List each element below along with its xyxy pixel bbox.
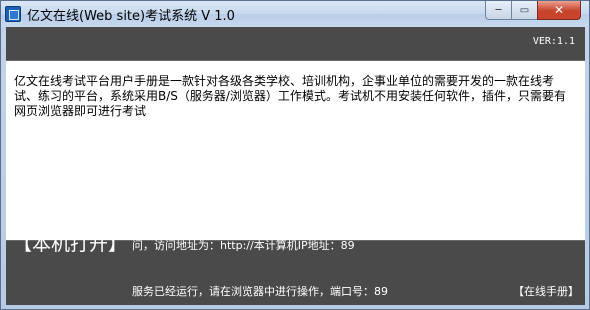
app-window: 亿文在线(Web site)考试系统 V 1.0 ─ ▭ ✕ VER:1.1 亿… xyxy=(0,0,590,310)
close-icon: ✕ xyxy=(553,3,565,17)
maximize-icon: ▭ xyxy=(519,4,530,16)
service-status-text: 服务已经运行，请在浏览器中进行操作，端口号：89 xyxy=(132,285,388,298)
window-title: 亿文在线(Web site)考试系统 V 1.0 xyxy=(27,9,235,24)
description-panel: 亿文在线考试平台用户手册是一款针对各级各类学校、培训机构，企事业单位的需要开发的… xyxy=(6,60,585,241)
minimize-button[interactable]: ─ xyxy=(485,1,511,20)
close-button[interactable]: ✕ xyxy=(537,1,581,20)
minimize-icon: ─ xyxy=(495,4,502,16)
open-local-button[interactable]: 【本机打开】 xyxy=(13,229,127,256)
maximize-button[interactable]: ▭ xyxy=(511,1,537,20)
client-area: VER:1.1 亿文在线考试平台用户手册是一款针对各级各类学校、培训机构，企事业… xyxy=(6,27,585,305)
version-label: VER:1.1 xyxy=(532,36,575,47)
app-icon xyxy=(5,6,21,22)
online-manual-link[interactable]: 【在线手册】 xyxy=(513,283,579,299)
caption-buttons: ─ ▭ ✕ xyxy=(485,1,581,20)
network-info-text: 本系统为网络版，运行后可以在局域网内能连接到本计算机的任意计算机通过网页浏览器访… xyxy=(132,226,572,252)
title-bar[interactable]: 亿文在线(Web site)考试系统 V 1.0 ─ ▭ ✕ xyxy=(1,1,589,27)
description-text: 亿文在线考试平台用户手册是一款针对各级各类学校、培训机构，企事业单位的需要开发的… xyxy=(14,74,566,118)
